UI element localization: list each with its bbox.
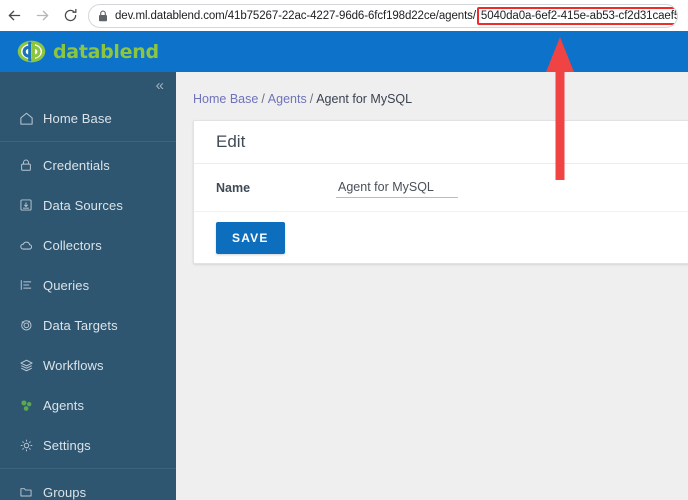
sidebar-item-workflows[interactable]: Workflows bbox=[0, 345, 176, 385]
sidebar-item-label: Workflows bbox=[43, 357, 104, 373]
lock-icon bbox=[98, 10, 108, 22]
cloud-icon bbox=[18, 237, 34, 253]
card-header: Edit bbox=[194, 121, 688, 164]
sidebar-item-label: Credentials bbox=[43, 157, 110, 173]
sidebar-item-data-targets[interactable]: Data Targets bbox=[0, 305, 176, 345]
chevron-double-left-icon[interactable]: « bbox=[156, 78, 164, 93]
sidebar-item-settings[interactable]: Settings bbox=[0, 425, 176, 465]
sidebar: « Home Base Credentials Data Sources Col… bbox=[0, 72, 176, 500]
url-highlighted-id: 5040da0a-6ef2-415e-ab53-cf2d31caef51 bbox=[476, 6, 677, 25]
sidebar-item-groups[interactable]: Groups bbox=[0, 472, 176, 500]
brand-name: datablend bbox=[53, 40, 159, 63]
sidebar-collapse-row: « bbox=[0, 72, 176, 98]
edit-card: Edit Name SAVE bbox=[193, 120, 688, 264]
card-body: Name bbox=[194, 164, 688, 212]
sidebar-item-credentials[interactable]: Credentials bbox=[0, 145, 176, 185]
folder-icon bbox=[18, 484, 34, 500]
breadcrumb-item-agents[interactable]: Agents bbox=[268, 92, 307, 106]
screen-root: dev.ml.datablend.com/41b75267-22ac-4227-… bbox=[0, 0, 688, 500]
sidebar-item-label: Queries bbox=[43, 277, 90, 293]
sidebar-item-data-sources[interactable]: Data Sources bbox=[0, 185, 176, 225]
url-host: dev.ml.datablend.com bbox=[115, 9, 225, 22]
app-header: datablend bbox=[0, 31, 688, 72]
breadcrumb-separator: / bbox=[261, 92, 265, 106]
sidebar-item-label: Settings bbox=[43, 437, 91, 453]
brand-logo[interactable]: datablend bbox=[17, 37, 159, 66]
forward-button[interactable] bbox=[28, 2, 56, 30]
card-footer: SAVE bbox=[194, 212, 688, 263]
sidebar-item-label: Groups bbox=[43, 484, 87, 500]
form-row-name: Name bbox=[194, 164, 688, 212]
gear-icon bbox=[18, 437, 34, 453]
sidebar-item-agents[interactable]: Agents bbox=[0, 385, 176, 425]
name-input[interactable] bbox=[336, 177, 458, 198]
sidebar-item-label: Collectors bbox=[43, 237, 102, 253]
sidebar-item-label: Data Targets bbox=[43, 317, 118, 333]
sidebar-item-home-base[interactable]: Home Base bbox=[0, 98, 176, 138]
datablend-logo-icon bbox=[17, 40, 46, 63]
main-content: Home Base / Agents / Agent for MySQL Edit Na… bbox=[176, 72, 688, 500]
name-field-label: Name bbox=[216, 180, 251, 195]
browser-toolbar: dev.ml.datablend.com/41b75267-22ac-4227-… bbox=[0, 0, 688, 31]
breadcrumb-item-current: Agent for MySQL bbox=[316, 92, 413, 106]
home-icon bbox=[18, 110, 34, 126]
agents-icon bbox=[18, 397, 34, 413]
page-title: Edit bbox=[216, 132, 246, 151]
save-button[interactable]: SAVE bbox=[216, 221, 285, 254]
sidebar-item-queries[interactable]: Queries bbox=[0, 265, 176, 305]
sidebar-item-collectors[interactable]: Collectors bbox=[0, 225, 176, 265]
address-bar[interactable]: dev.ml.datablend.com/41b75267-22ac-4227-… bbox=[88, 3, 678, 28]
target-disk-icon bbox=[18, 317, 34, 333]
sidebar-divider-bottom bbox=[0, 468, 176, 469]
breadcrumb-item-home-base[interactable]: Home Base bbox=[193, 92, 258, 106]
sidebar-item-label: Data Sources bbox=[43, 197, 123, 213]
sidebar-item-label: Agents bbox=[43, 397, 85, 413]
breadcrumb: Home Base / Agents / Agent for MySQL bbox=[193, 92, 412, 106]
url-text: dev.ml.datablend.com/41b75267-22ac-4227-… bbox=[115, 6, 677, 25]
database-in-icon bbox=[18, 197, 34, 213]
layers-icon bbox=[18, 357, 34, 373]
url-path: /41b75267-22ac-4227-96d6-6fcf198d22ce/ag… bbox=[224, 9, 476, 22]
back-button[interactable] bbox=[0, 2, 28, 30]
sidebar-item-label: Home Base bbox=[43, 110, 112, 126]
reload-button[interactable] bbox=[56, 2, 84, 30]
sidebar-divider-top bbox=[0, 141, 176, 142]
breadcrumb-separator: / bbox=[309, 92, 314, 106]
list-icon bbox=[18, 277, 34, 293]
lock-icon bbox=[18, 157, 34, 173]
